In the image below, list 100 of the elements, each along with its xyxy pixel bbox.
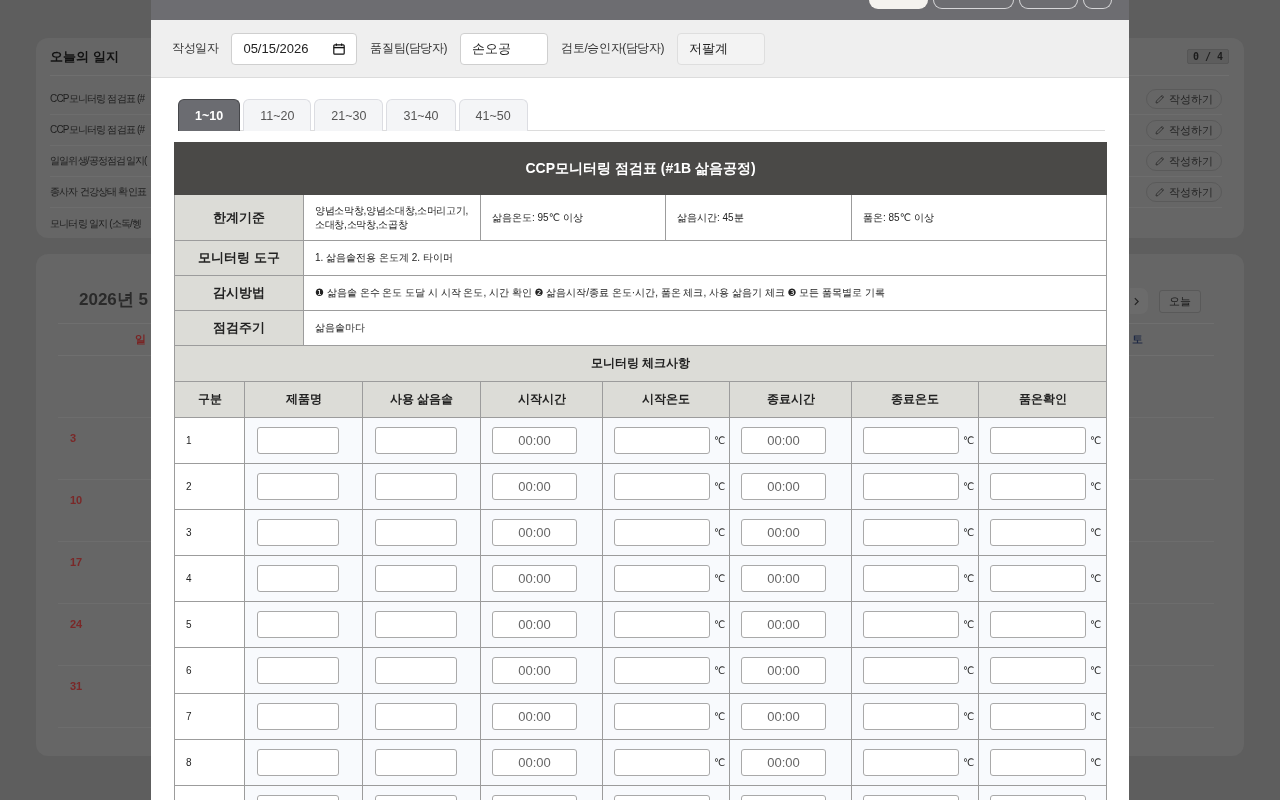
row-header: 감시방법 — [174, 275, 304, 311]
table-cell: ❶ 삶음솥 온수 온도 도달 시 시작 온도, 시간 확인 ❷ 삶음시작/종료 온도·시간, 품온 체크, 사용 삶음기 체크 ❸ 모든 품목별로 기록 — [303, 275, 1107, 311]
temperature-field[interactable] — [990, 748, 1086, 776]
input-field[interactable] — [257, 702, 339, 730]
time-field[interactable]: 00:00 — [741, 702, 826, 730]
text-field[interactable]: 손오공 — [460, 32, 549, 65]
header-button[interactable] — [869, 0, 928, 9]
card-title: 오늘의 일지 — [50, 47, 119, 66]
input-field[interactable] — [257, 656, 339, 684]
day-number: 17 — [70, 556, 83, 568]
input-field[interactable] — [257, 564, 339, 592]
section-title: 모니터링 체크사항 — [174, 346, 1107, 381]
input-field[interactable] — [375, 564, 457, 592]
time-field[interactable]: 00:00 — [741, 472, 826, 500]
row-number: 1 — [174, 417, 245, 463]
input-field[interactable] — [375, 472, 457, 500]
row-number: 2 — [174, 463, 245, 509]
time-field[interactable]: 00:00 — [741, 748, 826, 776]
temperature-field[interactable] — [863, 472, 959, 500]
date-field[interactable]: 05/15/2026 — [231, 32, 358, 65]
table-cell: 양념소막창,양념소대창,소머리고기, 소대창,소막창,소곱창 — [303, 194, 481, 241]
next-month-button[interactable] — [1130, 288, 1148, 314]
time-field[interactable]: 00:00 — [741, 564, 826, 592]
pencil-icon — [1155, 125, 1165, 135]
unit-label: ℃ — [714, 526, 726, 538]
temperature-field[interactable] — [990, 564, 1086, 592]
temperature-field[interactable] — [863, 656, 959, 684]
temperature-field[interactable] — [990, 472, 1086, 500]
log-item-title: 일일위생/공정점검일지( — [50, 154, 147, 168]
field-label: 품질팀(담당자) — [370, 40, 448, 57]
tab[interactable]: 11~20 — [243, 99, 312, 131]
temperature-field[interactable] — [614, 702, 710, 730]
row-header: 모니터링 도구 — [174, 240, 304, 276]
time-field[interactable]: 00:00 — [741, 656, 826, 684]
temperature-field[interactable] — [614, 564, 710, 592]
tab[interactable]: 1~10 — [178, 99, 241, 131]
unit-label: ℃ — [1090, 756, 1102, 768]
row-header: 점검주기 — [174, 310, 304, 346]
unit-label: ℃ — [714, 572, 726, 584]
input-field[interactable] — [257, 518, 339, 546]
temperature-field[interactable] — [990, 518, 1086, 546]
time-field[interactable]: 00:00 — [492, 426, 577, 454]
input-field[interactable] — [375, 656, 457, 684]
input-field[interactable] — [375, 426, 457, 454]
unit-label: ℃ — [1090, 618, 1102, 630]
row-number: 8 — [174, 739, 245, 785]
temperature-field[interactable] — [614, 518, 710, 546]
unit-label: ℃ — [963, 664, 975, 676]
tab[interactable]: 21~30 — [314, 99, 384, 131]
temperature-field[interactable] — [990, 656, 1086, 684]
time-field[interactable]: 00:00 — [741, 426, 826, 454]
temperature-field[interactable] — [990, 610, 1086, 638]
time-field[interactable]: 00:00 — [492, 748, 577, 776]
temperature-field[interactable] — [614, 610, 710, 638]
temperature-field[interactable] — [614, 426, 710, 454]
unit-label: ℃ — [1090, 664, 1102, 676]
time-field[interactable]: 00:00 — [741, 610, 826, 638]
unit-label: ℃ — [714, 434, 726, 446]
input-field[interactable] — [375, 702, 457, 730]
time-field[interactable]: 00:00 — [741, 518, 826, 546]
column-header: 사용 삶음솥 — [362, 381, 481, 417]
column-header: 종료시간 — [729, 381, 852, 417]
unit-label: ℃ — [963, 618, 975, 630]
row-header: 한계기준 — [174, 194, 304, 241]
temperature-field[interactable] — [863, 426, 959, 454]
temperature-field[interactable] — [863, 518, 959, 546]
table-cell: 품온: 85℃ 이상 — [851, 194, 1107, 241]
temperature-field[interactable] — [614, 748, 710, 776]
input-field[interactable] — [257, 472, 339, 500]
tab[interactable]: 41~50 — [458, 99, 528, 131]
input-field[interactable] — [257, 748, 339, 776]
input-field[interactable] — [375, 518, 457, 546]
day-number: 3 — [70, 432, 77, 444]
temperature-field[interactable] — [863, 564, 959, 592]
time-field[interactable]: 00:00 — [492, 702, 577, 730]
day-number: 10 — [70, 494, 83, 506]
temperature-field[interactable] — [614, 472, 710, 500]
input-field[interactable] — [375, 610, 457, 638]
input-field[interactable] — [375, 748, 457, 776]
calendar-icon — [333, 42, 346, 55]
time-field[interactable]: 00:00 — [492, 472, 577, 500]
temperature-field[interactable] — [614, 656, 710, 684]
unit-label: ℃ — [714, 664, 726, 676]
temperature-field[interactable] — [863, 748, 959, 776]
readonly-field: 저팔계 — [677, 32, 766, 65]
temperature-field[interactable] — [990, 426, 1086, 454]
table-cell: 삶음시간: 45분 — [665, 194, 852, 241]
input-field[interactable] — [257, 610, 339, 638]
time-field[interactable]: 00:00 — [492, 518, 577, 546]
input-field[interactable] — [257, 426, 339, 454]
tab[interactable]: 31~40 — [386, 99, 456, 131]
time-field[interactable]: 00:00 — [492, 656, 577, 684]
row-number: 5 — [174, 601, 245, 647]
time-field[interactable]: 00:00 — [492, 610, 577, 638]
day-number: 24 — [70, 618, 83, 630]
temperature-field[interactable] — [863, 702, 959, 730]
temperature-field[interactable] — [863, 610, 959, 638]
temperature-field[interactable] — [990, 702, 1086, 730]
time-field[interactable]: 00:00 — [492, 564, 577, 592]
log-item-title: CCP모니터링 점검표 (# — [50, 92, 145, 106]
